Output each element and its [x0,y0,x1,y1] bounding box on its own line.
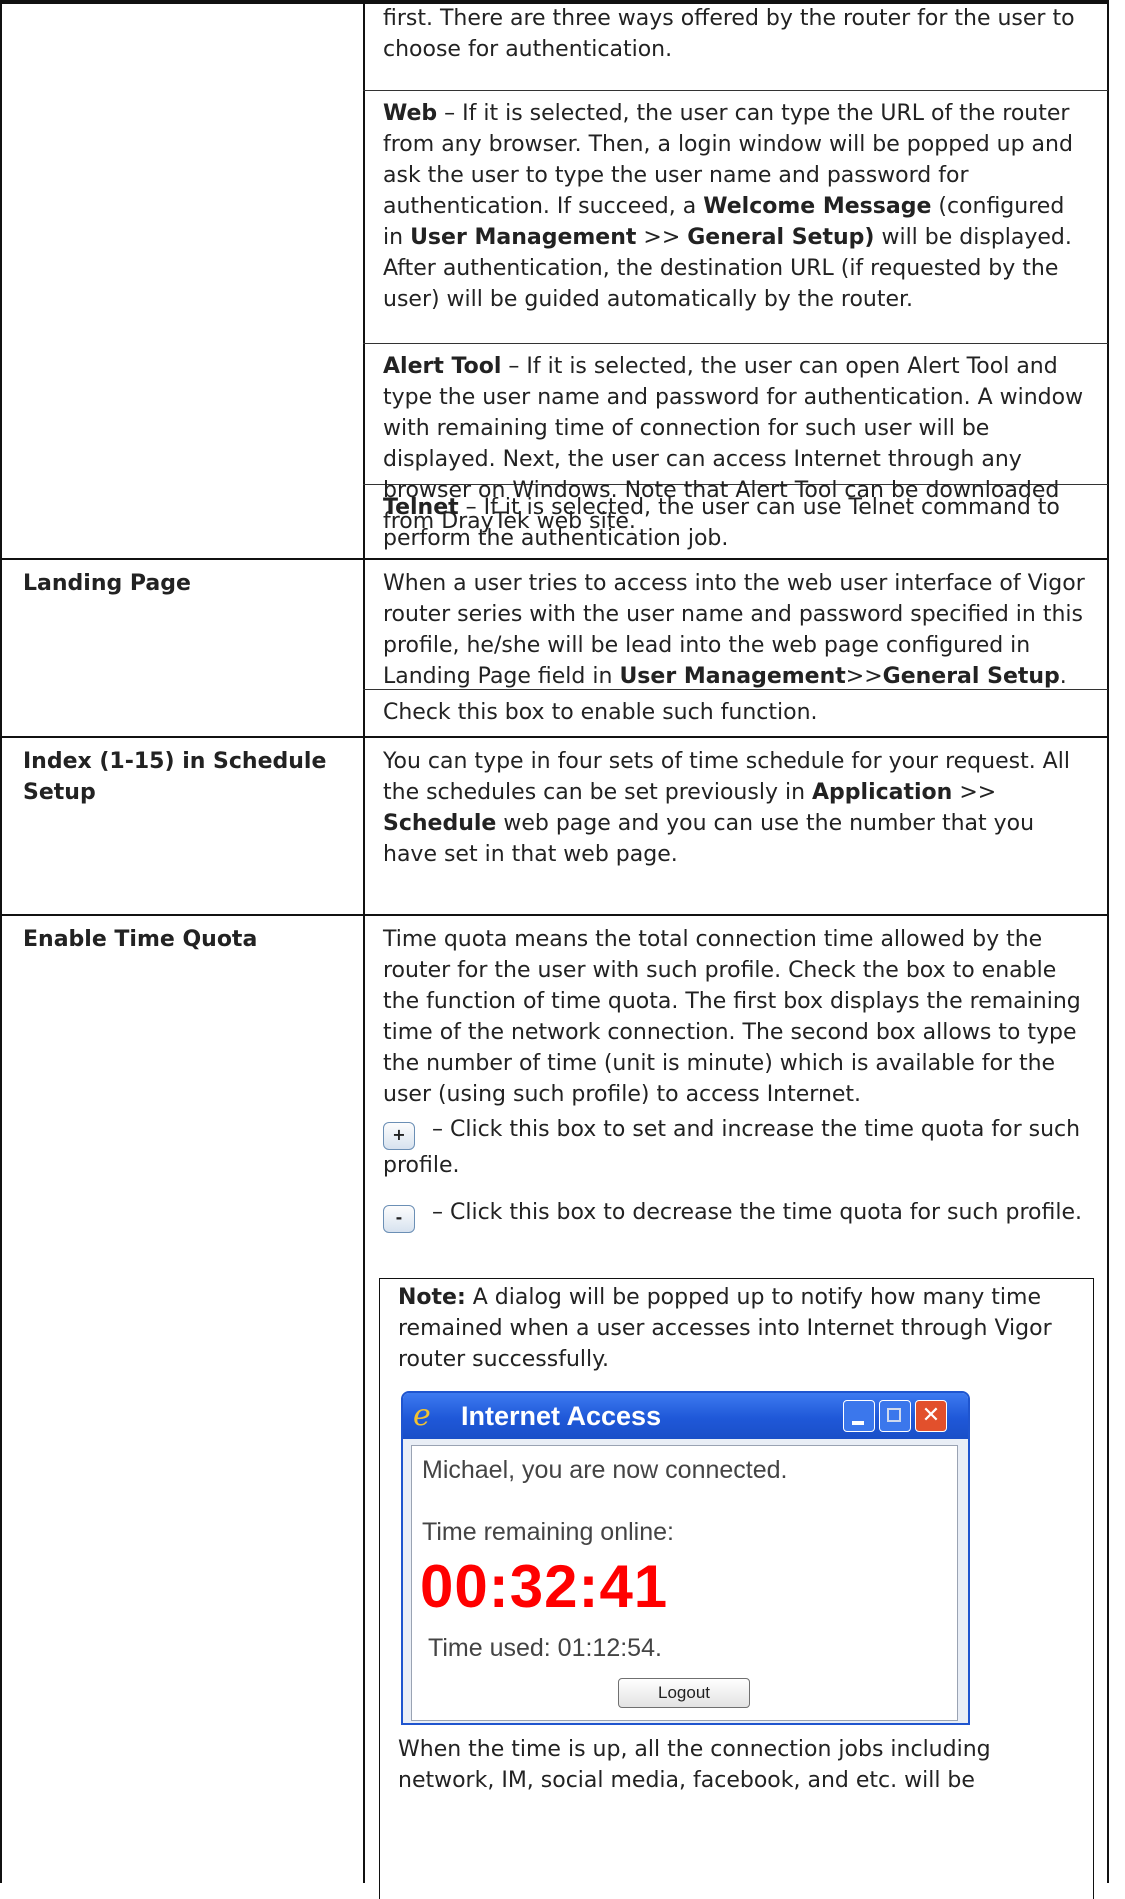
telnet-text: – If it is selected, the user can use Te… [383,495,1060,551]
row-separator [0,736,1109,738]
cell-separator [363,343,1108,344]
time-remaining-label: Time remaining online: [422,1518,674,1546]
note-paragraph: Note: A dialog will be popped up to noti… [398,1282,1068,1375]
cell-separator [363,90,1108,91]
schedule-index-label: Index (1-15) in Schedule Setup [23,749,327,805]
decrease-quota-text: – Click this box to decrease the time qu… [425,1200,1082,1225]
time-used-text: Time used: 01:12:54. [428,1634,662,1662]
note-text: A dialog will be popped up to notify how… [398,1285,1052,1372]
maximize-icon [887,1408,901,1422]
dialog-title-bar: e Internet Access ✕ [403,1393,968,1439]
decrease-quota-paragraph: - – Click this box to decrease the time … [383,1197,1091,1233]
dialog-body: Michael, you are now connected. Time rem… [411,1445,958,1721]
landing-general-setup-term: General Setup [882,664,1060,689]
general-setup-term: General Setup) [687,225,875,250]
time-quota-paragraph: Time quota means the total connection ti… [383,927,1081,1107]
note-label: Note: [398,1285,466,1310]
landing-page-paragraph: When a user tries to access into the web… [383,568,1091,692]
enable-time-quota-label: Enable Time Quota [23,927,258,952]
minimize-button[interactable] [843,1400,875,1432]
dialog-title: Internet Access [461,1401,662,1431]
note-box: Note: A dialog will be popped up to noti… [379,1278,1094,1899]
landing-text-3: . [1059,664,1067,689]
internet-explorer-icon: e [413,1398,431,1433]
application-term: Application [812,780,953,805]
plus-button-icon[interactable]: + [383,1122,415,1150]
increase-quota-paragraph: + – Click this box to set and increase t… [383,1114,1091,1181]
increase-quota-text: – Click this box to set and increase the… [383,1117,1081,1178]
table-right-border [1107,0,1109,1883]
landing-page-label: Landing Page [23,571,191,596]
intro-paragraph: first. There are three ways offered by t… [383,3,1091,65]
landing-user-management-term: User Management [619,664,846,689]
close-icon: ✕ [921,1403,941,1428]
user-management-term: User Management [410,225,637,250]
landing-text-2: >> [845,664,883,689]
alert-tool-term: Alert Tool [383,354,502,379]
document-page: first. There are three ways offered by t… [0,0,1125,1899]
minus-button-icon[interactable]: - [383,1205,415,1233]
note-after-paragraph: When the time is up, all the connection … [398,1737,991,1793]
landing-check-paragraph: Check this box to enable such function. [383,700,818,725]
internet-access-dialog: e Internet Access ✕ Michael, you are now… [401,1391,970,1725]
table-left-border [0,0,2,1883]
row-separator [0,558,1109,560]
logout-button[interactable]: Logout [618,1678,750,1708]
intro-text: first. There are three ways offered by t… [383,6,1075,62]
connected-message: Michael, you are now connected. [422,1456,788,1484]
minimize-icon [852,1421,864,1425]
maximize-button[interactable] [879,1400,911,1432]
web-paragraph: Web – If it is selected, the user can ty… [383,98,1091,315]
time-remaining-value: 00:32:41 [420,1553,669,1620]
web-text-3: >> [636,225,688,250]
schedule-term: Schedule [383,811,497,836]
table-column-divider [363,0,365,1883]
telnet-paragraph: Telnet – If it is selected, the user can… [383,492,1091,554]
schedule-text-2: >> [952,780,997,805]
schedule-paragraph: You can type in four sets of time schedu… [383,746,1091,870]
row-separator [0,914,1109,916]
web-term: Web [383,101,438,126]
welcome-message-term: Welcome Message [703,194,932,219]
close-button[interactable]: ✕ [915,1400,947,1432]
telnet-term: Telnet [383,495,459,520]
